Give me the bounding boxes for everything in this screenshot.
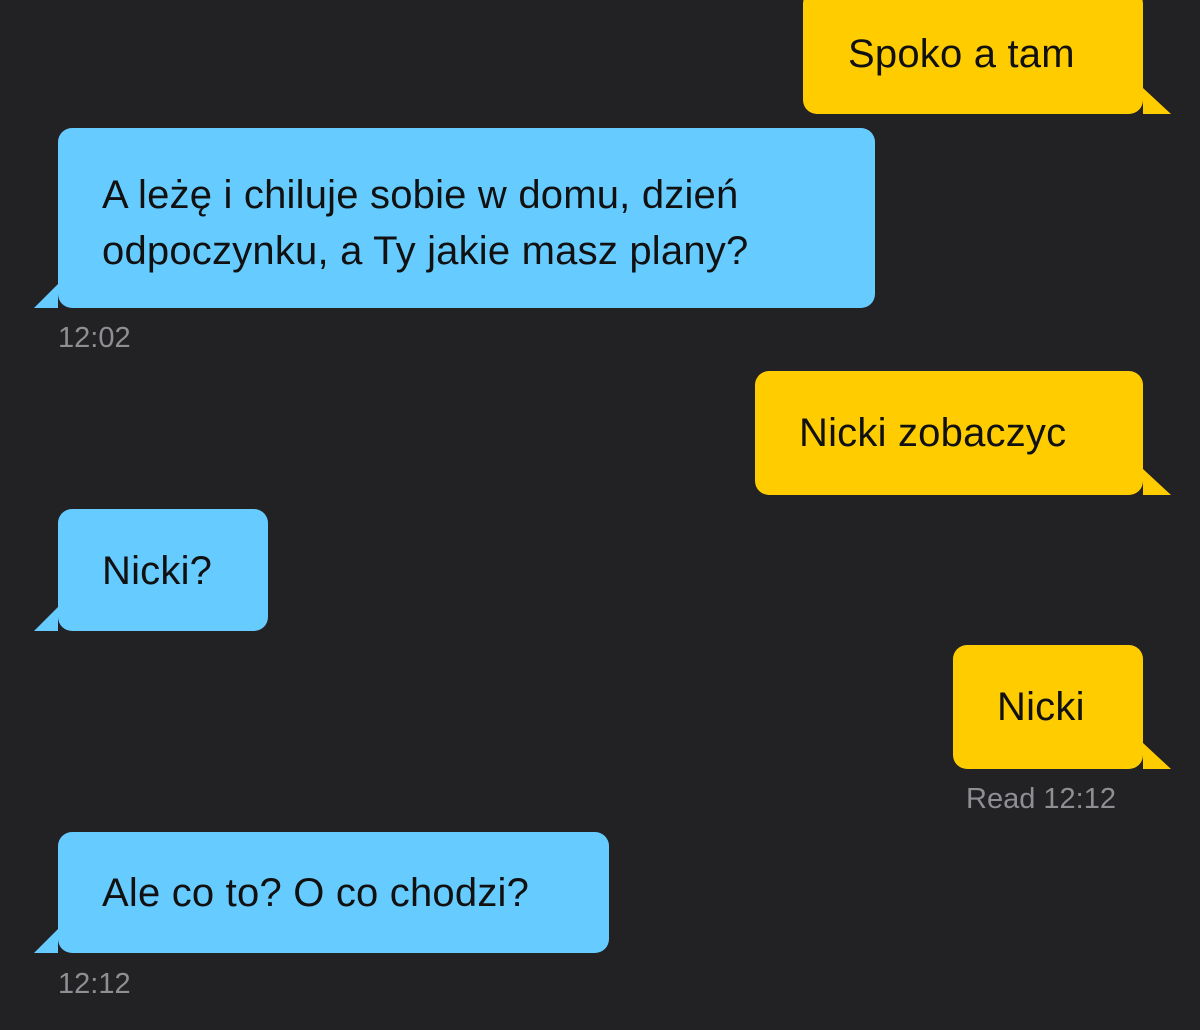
read-receipt: Read 12:12 [966,783,1116,815]
received-message-bubble[interactable]: Nicki? [34,509,268,631]
message-text-line: A leżę i chiluje sobie w domu, dzień [102,173,739,217]
message-text: Ale co to? O co chodzi? [102,871,530,915]
bubble-tail [34,284,58,308]
message-text-line: odpoczynku, a Ty jakie masz plany? [102,229,749,273]
message-text: Spoko a tam [848,32,1075,76]
message-text: Nicki zobaczyc [799,411,1067,455]
sent-message-bubble[interactable]: Spoko a tam [803,0,1171,114]
sent-message-bubble[interactable]: Nicki [953,645,1171,769]
bubble-tail [1143,743,1171,769]
bubble-tail [34,929,58,953]
message-timestamp: 12:02 [58,322,131,354]
bubble-tail [1143,469,1171,495]
bubble-tail [1143,88,1171,114]
message-text: Nicki? [102,549,213,593]
message-timestamp: 12:12 [58,968,131,1000]
sent-message-bubble[interactable]: Nicki zobaczyc [755,371,1171,495]
received-message-bubble[interactable]: Ale co to? O co chodzi? [34,832,609,953]
received-message-bubble[interactable]: A leżę i chiluje sobie w domu, dzień odp… [34,128,875,308]
message-text: Nicki [997,685,1085,729]
bubble-tail [34,607,58,631]
